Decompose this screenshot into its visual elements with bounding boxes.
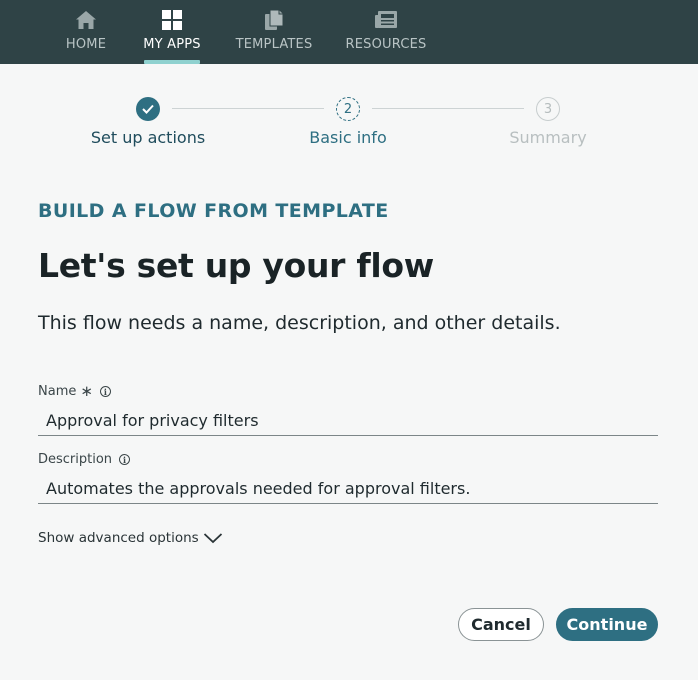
resources-icon: [374, 9, 398, 31]
page-eyebrow: BUILD A FLOW FROM TEMPLATE: [38, 200, 389, 222]
checkmark-icon: [142, 104, 154, 114]
step-connector: [372, 108, 524, 109]
nav-label-home: HOME: [65, 37, 107, 52]
name-label-text: Name: [38, 384, 77, 399]
cancel-button[interactable]: Cancel: [458, 608, 544, 641]
top-navigation: HOME MY APPS TEMPLATES RESOURCES: [0, 0, 698, 64]
nav-item-home[interactable]: HOME: [60, 0, 112, 64]
info-icon[interactable]: i: [99, 386, 111, 397]
nav-label-templates: TEMPLATES: [235, 37, 313, 52]
description-input[interactable]: [38, 474, 658, 504]
description-label-text: Description: [38, 452, 113, 467]
apps-grid-icon: [161, 9, 183, 31]
nav-item-templates[interactable]: TEMPLATES: [236, 0, 312, 64]
info-icon[interactable]: i: [119, 454, 131, 465]
step-connector: [172, 108, 324, 109]
step-label-summary: Summary: [509, 128, 587, 147]
step-label-set-up-actions[interactable]: Set up actions: [91, 128, 205, 147]
advanced-options-label: Show advanced options: [38, 530, 199, 546]
step-1-complete-icon: [136, 97, 160, 121]
page-title: Let's set up your flow: [38, 246, 434, 285]
continue-button[interactable]: Continue: [556, 608, 658, 641]
name-field-label: Name ∗ i: [38, 384, 111, 399]
required-mark: ∗: [80, 382, 93, 400]
name-input[interactable]: [38, 406, 658, 436]
home-icon: [75, 9, 97, 31]
nav-item-my-apps[interactable]: MY APPS: [143, 0, 201, 64]
nav-label-resources: RESOURCES: [345, 37, 427, 52]
step-label-basic-info: Basic info: [309, 128, 387, 147]
description-field-label: Description i: [38, 452, 131, 467]
nav-item-resources[interactable]: RESOURCES: [346, 0, 426, 64]
progress-stepper: 2 3 Set up actions Basic info Summary: [0, 64, 698, 164]
page-subtitle: This flow needs a name, description, and…: [38, 312, 561, 334]
step-2-indicator: 2: [336, 97, 360, 121]
chevron-down-icon: [203, 533, 222, 544]
templates-icon: [264, 9, 284, 31]
show-advanced-options-toggle[interactable]: Show advanced options: [38, 530, 223, 546]
step-3-indicator: 3: [536, 97, 560, 121]
nav-label-my-apps: MY APPS: [143, 37, 201, 52]
